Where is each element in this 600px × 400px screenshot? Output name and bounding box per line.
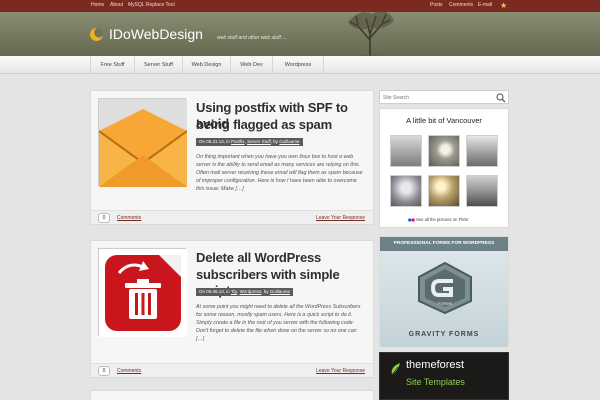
flickr-photo[interactable]: [466, 175, 498, 207]
themeforest-name: themeforest: [406, 359, 465, 371]
moon-logo-icon[interactable]: [90, 28, 103, 41]
gravity-forms-ad[interactable]: PROFESSIONAL FORMS FOR WORDPRESS FORMS G…: [379, 236, 509, 347]
topnav-home-link[interactable]: Home: [91, 2, 104, 8]
post-excerpt: On thing important when you have you own…: [196, 154, 363, 192]
meta-prefix: On 06.06.13, in: [199, 289, 231, 294]
topnav-about-link[interactable]: About: [110, 2, 123, 8]
post-thumbnail[interactable]: [98, 98, 188, 187]
site-tagline: web stuff and other web stuff ...: [217, 35, 287, 41]
nav-free-stuff[interactable]: Free Stuff: [90, 56, 134, 74]
flickr-photo[interactable]: [390, 135, 422, 167]
main-nav: Free Stuff Server Stuff Web Design Web D…: [0, 56, 600, 74]
meta-prefix: On 05.31.14, in: [199, 139, 232, 144]
nav-server-stuff[interactable]: Server Stuff: [134, 56, 182, 74]
themeforest-ad[interactable]: themeforest Site Templates: [379, 352, 509, 400]
site-header: IDoWebDesign web stuff and other web stu…: [0, 11, 600, 60]
ad-product-name: GRAVITY FORMS: [408, 331, 480, 338]
post-footer: 0 Comments Leave Your Response: [91, 210, 373, 224]
tree-decoration-icon: [342, 11, 398, 60]
search-input[interactable]: [383, 93, 493, 102]
comments-link[interactable]: Comments: [117, 215, 141, 221]
topnav-email-link[interactable]: E-mail: [478, 2, 492, 8]
search-icon[interactable]: [496, 93, 506, 103]
themeforest-subtitle: Site Templates: [406, 377, 465, 387]
flickr-photo[interactable]: [390, 175, 422, 207]
envelope-icon: [98, 99, 188, 187]
comment-count-badge[interactable]: 0: [98, 366, 110, 376]
flickr-all-link[interactable]: See all the pictures on Flickr: [416, 217, 469, 222]
post-card: Delete all WordPress subscribers with si…: [90, 240, 374, 378]
trash-icon: [99, 249, 187, 337]
nav-web-dev[interactable]: Web Dev: [230, 56, 272, 74]
gravity-forms-logo-icon: FORMS: [418, 261, 472, 315]
flickr-title: A little bit of Vancouver: [406, 116, 482, 125]
category-link[interactable]: Server Stuff: [247, 139, 271, 144]
post-card: Using postfix with SPF to avoid being fl…: [90, 90, 374, 225]
ad-heading: PROFESSIONAL FORMS FOR WORDPRESS: [380, 237, 508, 251]
ad-body: FORMS GRAVITY FORMS: [380, 251, 508, 347]
author-link[interactable]: Guillaume: [279, 139, 299, 144]
post-thumbnail[interactable]: [98, 248, 187, 337]
post-footer: 0 Comments Leave Your Response: [91, 363, 373, 377]
site-search: [379, 90, 509, 104]
flickr-widget: A little bit of Vancouver See all the pi…: [379, 108, 509, 228]
top-utility-bar: Home About MySQL Replace Tool Posts Comm…: [0, 0, 600, 12]
topnav-comments-link[interactable]: Comments: [449, 2, 473, 8]
category-link[interactable]: Postfix: [231, 139, 245, 144]
site-title[interactable]: IDoWebDesign: [109, 26, 203, 42]
topnav-posts-link[interactable]: Posts: [430, 2, 443, 8]
rss-icon[interactable]: ★: [500, 1, 507, 10]
flickr-logo-icon: [408, 218, 415, 222]
post-meta: On 05.31.14, in Postfix, Server Stuff, b…: [196, 138, 303, 146]
category-link[interactable]: Wordpress: [240, 289, 262, 294]
post-meta: On 06.06.13, in Tip, Wordpress, by Guill…: [196, 288, 294, 296]
comments-link[interactable]: Comments: [117, 368, 141, 374]
flickr-photo[interactable]: [428, 135, 460, 167]
leave-response-link[interactable]: Leave Your Response: [316, 215, 365, 221]
meta-by: , by: [261, 289, 270, 294]
post-excerpt: At some point you might need to delete a…: [196, 304, 361, 342]
leave-response-link[interactable]: Leave Your Response: [316, 368, 365, 374]
nav-web-design[interactable]: Web Design: [182, 56, 230, 74]
svg-text:FORMS: FORMS: [438, 301, 453, 306]
comment-count-badge[interactable]: 0: [98, 213, 110, 223]
post-card-partial: [90, 390, 374, 400]
nav-wordpress[interactable]: Wordpress: [272, 56, 324, 74]
flickr-photo[interactable]: [466, 135, 498, 167]
meta-by: , by: [270, 139, 280, 144]
author-link[interactable]: Guillaume: [270, 289, 290, 294]
flickr-photo[interactable]: [428, 175, 460, 207]
themeforest-leaf-icon: [391, 363, 400, 376]
post-title-line[interactable]: being flagged as spam: [196, 117, 332, 133]
post-title-line[interactable]: Delete all WordPress: [196, 250, 321, 266]
topnav-mysql-tool-link[interactable]: MySQL Replace Tool: [128, 2, 175, 8]
